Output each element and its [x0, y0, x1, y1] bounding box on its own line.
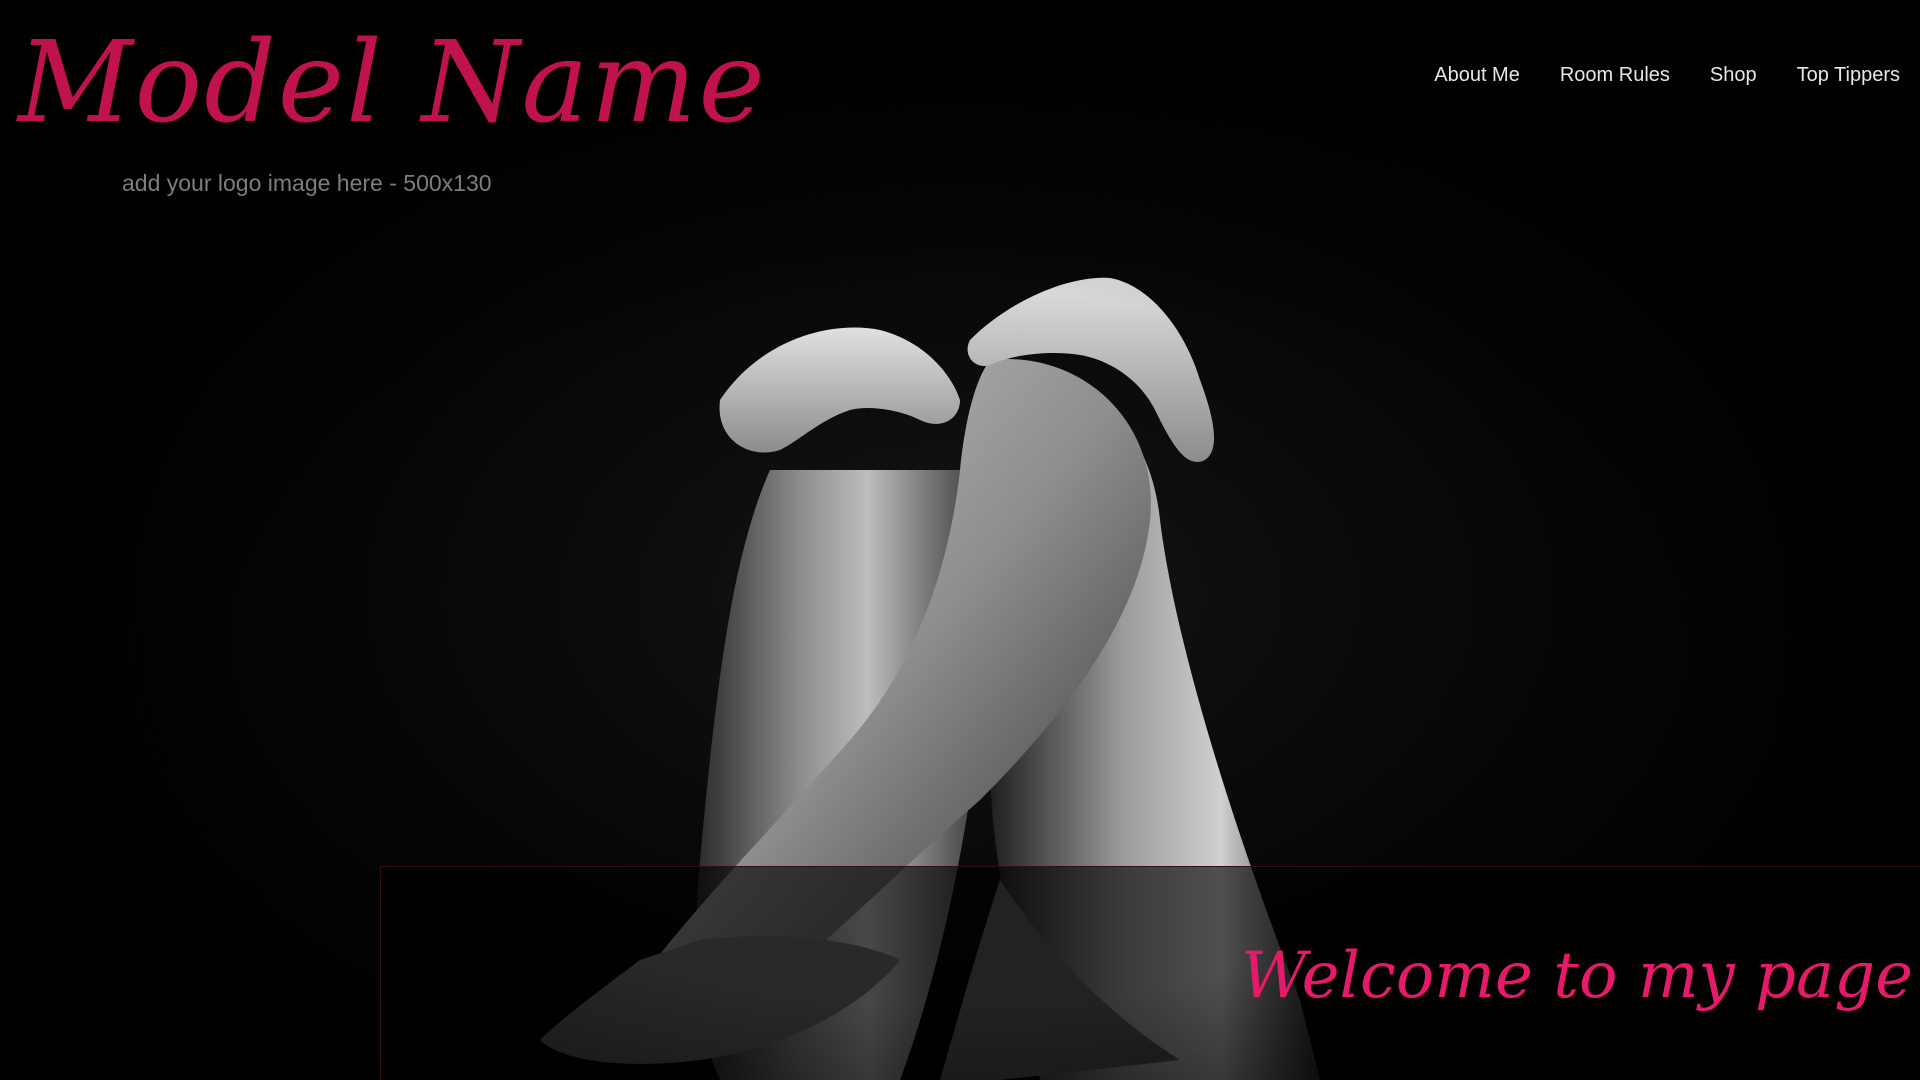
nav-item-room-rules[interactable]: Room Rules [1560, 64, 1670, 87]
nav-item-about-me[interactable]: About Me [1434, 64, 1520, 87]
main-nav: About Me Room Rules Shop Top Tippers [1434, 64, 1900, 87]
welcome-text: Welcome to my page [1241, 939, 1913, 1013]
welcome-panel: Welcome to my page [380, 866, 1920, 1080]
logo-title: Model Name [18, 18, 767, 148]
page: Model Name add your logo image here - 50… [0, 0, 1920, 1080]
logo[interactable]: Model Name add your logo image here - 50… [18, 18, 765, 196]
nav-item-shop[interactable]: Shop [1710, 64, 1757, 87]
nav-item-top-tippers[interactable]: Top Tippers [1797, 64, 1900, 87]
logo-subtitle: add your logo image here - 500x130 [122, 170, 492, 196]
